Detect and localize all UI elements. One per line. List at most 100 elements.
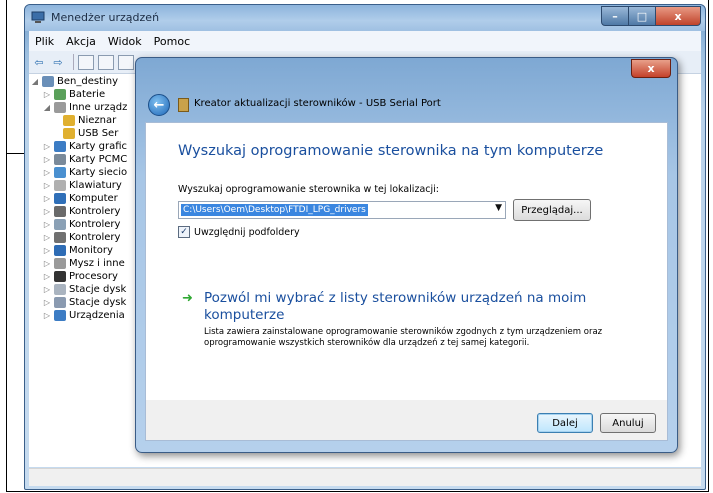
wizard-heading: Wyszukaj oprogramowanie sterownika na ty…: [178, 143, 604, 159]
menu-file[interactable]: Plik: [29, 35, 60, 48]
expand-icon[interactable]: ▷: [43, 246, 51, 255]
tree-item-label: Karty siecio: [69, 167, 128, 178]
optical-drive-icon: [54, 297, 66, 308]
expand-icon[interactable]: ▷: [43, 142, 51, 151]
warning-icon: [63, 115, 75, 126]
maximize-button[interactable]: □: [628, 6, 656, 26]
expand-icon[interactable]: ▷: [43, 168, 51, 177]
wizard-title: Kreator aktualizacji sterowników - USB S…: [194, 98, 441, 109]
tree-item-label: Stacje dysk: [69, 284, 127, 295]
tree-item-batteries[interactable]: ▷ Baterie: [43, 88, 105, 101]
checkbox-label: Uwzględnij podfoldery: [194, 226, 300, 238]
tree-item-controllers-3[interactable]: ▷ Kontrolery: [43, 231, 120, 244]
toolbar-separator: [73, 54, 74, 70]
tree-item-label: Procesory: [69, 271, 118, 282]
minimize-button[interactable]: –: [601, 6, 629, 26]
tree-item-mice[interactable]: ▷ Mysz i inne: [43, 257, 125, 270]
status-bar: [29, 468, 701, 486]
next-button[interactable]: Dalej: [537, 413, 593, 433]
expand-icon[interactable]: ▷: [43, 207, 51, 216]
tree-item-other-devices[interactable]: ◢ Inne urządz: [43, 101, 127, 114]
tree-item-label: Urządzenia: [69, 310, 125, 321]
wizard-footer: Dalej Anuluj: [145, 400, 668, 441]
tree-item-unknown[interactable]: Nieznar: [63, 114, 116, 127]
tree-item-label: Karty PCMC: [69, 154, 128, 165]
scan-icon[interactable]: [118, 54, 134, 70]
tree-item-usb-serial[interactable]: USB Ser: [63, 127, 118, 140]
expand-icon[interactable]: ▷: [43, 181, 51, 190]
expand-icon[interactable]: ▷: [43, 298, 51, 307]
caption-buttons: – □ x: [601, 6, 701, 26]
tree-item-root[interactable]: ◢ Ben_destiny: [31, 75, 118, 88]
expand-icon[interactable]: ▷: [43, 194, 51, 203]
tree-item-controllers-2[interactable]: ▷ Kontrolery: [43, 218, 120, 231]
tree-item-computer[interactable]: ▷ Komputer: [43, 192, 118, 205]
tree-item-disk-drives-2[interactable]: ▷ Stacje dysk: [43, 296, 126, 309]
device-manager-title: Menedżer urządzeń: [51, 11, 160, 24]
tree-item-label: Klawiatury: [69, 180, 122, 191]
tree-item-label: Baterie: [69, 89, 106, 100]
back-arrow-icon[interactable]: ⇦: [31, 54, 47, 70]
processor-icon: [54, 271, 66, 282]
tree-item-pcmcia[interactable]: ▷ Karty PCMC: [43, 153, 127, 166]
battery-icon: [54, 89, 66, 100]
wizard-close-button[interactable]: x: [631, 59, 671, 78]
tree-item-label: Mysz i inne: [69, 258, 125, 269]
menu-help[interactable]: Pomoc: [148, 35, 196, 48]
expand-icon[interactable]: ▷: [43, 311, 51, 320]
tree-item-devices[interactable]: ▷ Urządzenia: [43, 309, 125, 322]
expand-icon[interactable]: ▷: [43, 285, 51, 294]
tree-item-label: Ben_destiny: [57, 76, 119, 87]
collapse-icon[interactable]: ◢: [31, 77, 39, 86]
include-subfolders-checkbox[interactable]: ✓ Uwzględnij podfoldery: [178, 226, 300, 238]
tree-item-keyboards[interactable]: ▷ Klawiatury: [43, 179, 122, 192]
tree-item-network[interactable]: ▷ Karty siecio: [43, 166, 127, 179]
tree-item-label: Karty grafic: [69, 141, 128, 152]
forward-arrow-icon[interactable]: ⇨: [50, 54, 66, 70]
network-adapter-icon: [54, 167, 66, 178]
back-arrow-icon[interactable]: ←: [148, 94, 170, 116]
storage-controller-icon: [54, 219, 66, 230]
keyboard-icon: [54, 180, 66, 191]
browse-button[interactable]: Przeglądaj...: [513, 199, 591, 221]
mouse-icon: [54, 258, 66, 269]
pick-from-list-link[interactable]: Pozwól mi wybrać z listy sterowników urz…: [204, 290, 634, 324]
tree-item-monitors[interactable]: ▷ Monitory: [43, 244, 113, 257]
device-icon: [178, 98, 189, 112]
menu-action[interactable]: Akcja: [60, 35, 102, 48]
expand-icon[interactable]: ▷: [43, 272, 51, 281]
menu-view[interactable]: Widok: [102, 35, 148, 48]
expand-icon[interactable]: ▷: [43, 90, 51, 99]
expand-icon[interactable]: ▷: [43, 233, 51, 242]
audio-controller-icon: [54, 206, 66, 217]
properties-icon[interactable]: [78, 54, 94, 70]
expand-icon[interactable]: ▷: [43, 259, 51, 268]
unknown-device-icon: [54, 102, 66, 113]
tree-item-disk-drives-1[interactable]: ▷ Stacje dysk: [43, 283, 126, 296]
collapse-icon[interactable]: ◢: [43, 103, 51, 112]
location-combobox[interactable]: C:\Users\Oem\Desktop\FTDI_LPG_drivers ▼: [178, 201, 506, 219]
tree-item-display[interactable]: ▷ Karty grafic: [43, 140, 127, 153]
cancel-button[interactable]: Anuluj: [600, 413, 656, 433]
tree-item-processors[interactable]: ▷ Procesory: [43, 270, 118, 283]
device-manager-titlebar[interactable]: Menedżer urządzeń – □ x: [25, 5, 705, 31]
computer-icon: [54, 193, 66, 204]
tree-item-label: Inne urządz: [69, 102, 128, 113]
disk-drive-icon: [54, 284, 66, 295]
expand-icon[interactable]: ▷: [43, 155, 51, 164]
wizard-content: Wyszukaj oprogramowanie sterownika na ty…: [145, 122, 668, 402]
driver-update-wizard: x ← Kreator aktualizacji sterowników - U…: [135, 57, 678, 453]
tree-item-controllers-1[interactable]: ▷ Kontrolery: [43, 205, 120, 218]
computer-icon: [31, 11, 45, 23]
dropdown-arrow-icon[interactable]: ▼: [495, 203, 502, 213]
help-icon[interactable]: [98, 54, 114, 70]
tree-item-label: Kontrolery: [69, 232, 121, 243]
pick-from-list-description: Lista zawiera zainstalowane oprogramowan…: [204, 327, 603, 348]
close-button[interactable]: x: [655, 6, 701, 26]
checkbox-checked-icon[interactable]: ✓: [178, 226, 190, 238]
expand-icon[interactable]: ▷: [43, 220, 51, 229]
menu-bar: Plik Akcja Widok Pomoc: [29, 31, 701, 51]
tree-item-label: Nieznar: [78, 115, 117, 126]
wizard-header: ← Kreator aktualizacji sterowników - USB…: [144, 92, 664, 120]
location-value[interactable]: C:\Users\Oem\Desktop\FTDI_LPG_drivers: [181, 204, 368, 216]
